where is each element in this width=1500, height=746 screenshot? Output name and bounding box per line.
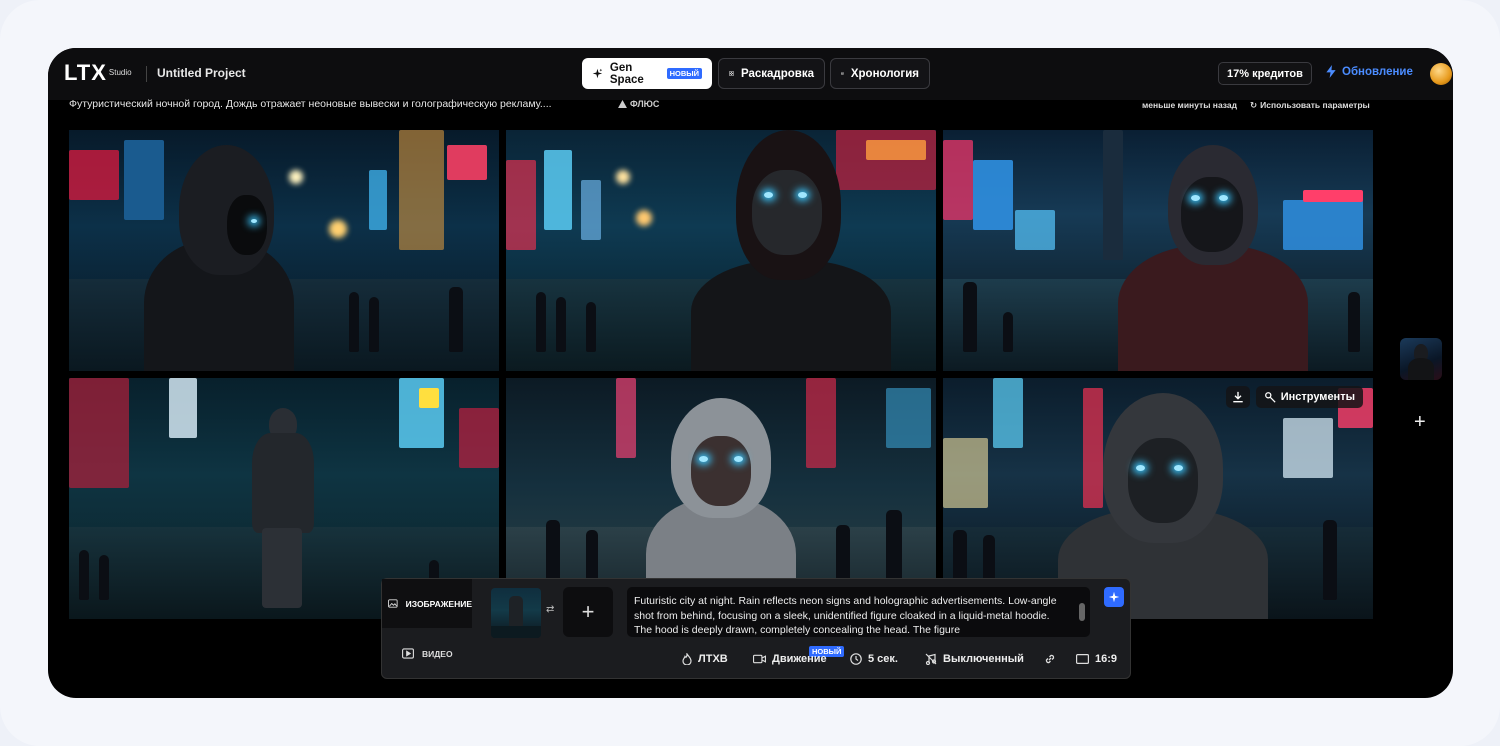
grid-icon — [729, 71, 734, 76]
swap-icon[interactable]: ⇄ — [546, 604, 554, 615]
credits-badge[interactable]: 17% кредитов — [1218, 62, 1312, 85]
image-toolbar: Инструменты — [1225, 386, 1363, 408]
aspect-ratio-label: 16:9 — [1095, 653, 1118, 665]
video-icon — [402, 648, 414, 659]
generated-image-3[interactable] — [943, 130, 1373, 371]
duration-option-label: 5 сек. — [868, 653, 898, 665]
image-icon — [388, 599, 398, 608]
tab-label: Gen Space — [609, 61, 644, 86]
model-icon — [618, 100, 627, 108]
aspect-ratio-option[interactable]: 16:9 — [1076, 653, 1117, 665]
new-badge: НОВЫЙ — [666, 68, 702, 79]
flame-icon — [682, 653, 692, 665]
upgrade-button[interactable]: Обновление — [1326, 65, 1413, 78]
prompt-input[interactable]: Futuristic city at night. Rain reflects … — [627, 587, 1090, 637]
model-tag: ФЛЮС — [618, 99, 659, 109]
model-option-label: ЛТХВ — [698, 653, 728, 665]
use-params-button[interactable]: ↻ Использовать параметры — [1250, 100, 1370, 111]
app-window: LTX Studio Untitled Project Gen Space НО… — [48, 48, 1453, 698]
model-option[interactable]: ЛТХВ — [682, 653, 728, 665]
camera-icon — [753, 654, 766, 664]
link-icon — [1045, 654, 1055, 664]
sidebar-thumbnail[interactable] — [1400, 338, 1442, 380]
generation-panel: ИЗОБРАЖЕНИЕ ВИДЕО ⇄ + Futuristic city at… — [381, 578, 1131, 679]
link-option[interactable] — [1044, 653, 1056, 665]
tools-icon — [1264, 392, 1276, 403]
music-off-icon — [925, 653, 937, 665]
motion-option[interactable]: Движение — [753, 653, 827, 665]
aspect-ratio-icon — [1076, 654, 1089, 664]
timeline-icon — [841, 72, 844, 75]
scroll-thumb[interactable] — [1079, 603, 1085, 621]
tab-timeline[interactable]: Хронология — [830, 58, 930, 89]
project-title[interactable]: Untitled Project — [157, 66, 246, 80]
timestamp: меньше минуты назад — [1142, 100, 1238, 110]
tools-button[interactable]: Инструменты — [1255, 386, 1363, 408]
generated-image-2[interactable] — [506, 130, 936, 371]
download-button[interactable] — [1225, 386, 1250, 408]
logo-subtext: Studio — [108, 68, 132, 77]
download-icon — [1232, 391, 1243, 403]
upgrade-label: Обновление — [1342, 65, 1413, 78]
tab-storyboard[interactable]: Раскадровка — [718, 58, 825, 89]
reference-image[interactable] — [491, 588, 541, 638]
tab-label: Хронология — [850, 67, 919, 80]
use-params-label: Использовать параметры — [1260, 100, 1370, 110]
tools-label: Инструменты — [1280, 391, 1355, 403]
logo[interactable]: LTX Studio — [64, 62, 132, 84]
add-icon[interactable]: + — [1414, 411, 1426, 434]
logo-text: LTX — [64, 60, 107, 85]
duration-option[interactable]: 5 сек. — [850, 653, 898, 665]
mode-video-button[interactable]: ВИДЕО — [382, 629, 472, 678]
top-bar: LTX Studio Untitled Project Gen Space НО… — [48, 48, 1453, 100]
bolt-icon — [1326, 65, 1336, 78]
generated-image-1[interactable] — [69, 130, 499, 371]
motion-option-label: Движение — [772, 653, 827, 665]
audio-option-label: Выключенный — [943, 653, 1024, 665]
divider — [146, 66, 147, 82]
mode-video-label: ВИДЕО — [422, 648, 453, 659]
model-label: ФЛЮС — [630, 99, 660, 109]
tab-label: Раскадровка — [740, 67, 814, 80]
mode-image-button[interactable]: ИЗОБРАЖЕНИЕ — [382, 579, 472, 628]
sparkle-icon — [592, 68, 603, 79]
clock-icon — [850, 653, 862, 665]
generation-prompt: Футуристический ночной город. Дождь отра… — [69, 98, 552, 110]
tab-gen-space[interactable]: Gen Space НОВЫЙ — [582, 58, 712, 89]
refresh-icon: ↻ — [1250, 100, 1258, 110]
audio-option[interactable]: Выключенный — [925, 653, 1024, 665]
add-reference-button[interactable]: + — [563, 587, 613, 637]
prompt-scrollbar[interactable] — [1079, 593, 1085, 633]
sparkle-icon — [1108, 591, 1120, 603]
avatar[interactable] — [1430, 63, 1452, 85]
enhance-prompt-button[interactable] — [1104, 587, 1124, 607]
mode-image-label: ИЗОБРАЖЕНИЕ — [405, 598, 472, 609]
